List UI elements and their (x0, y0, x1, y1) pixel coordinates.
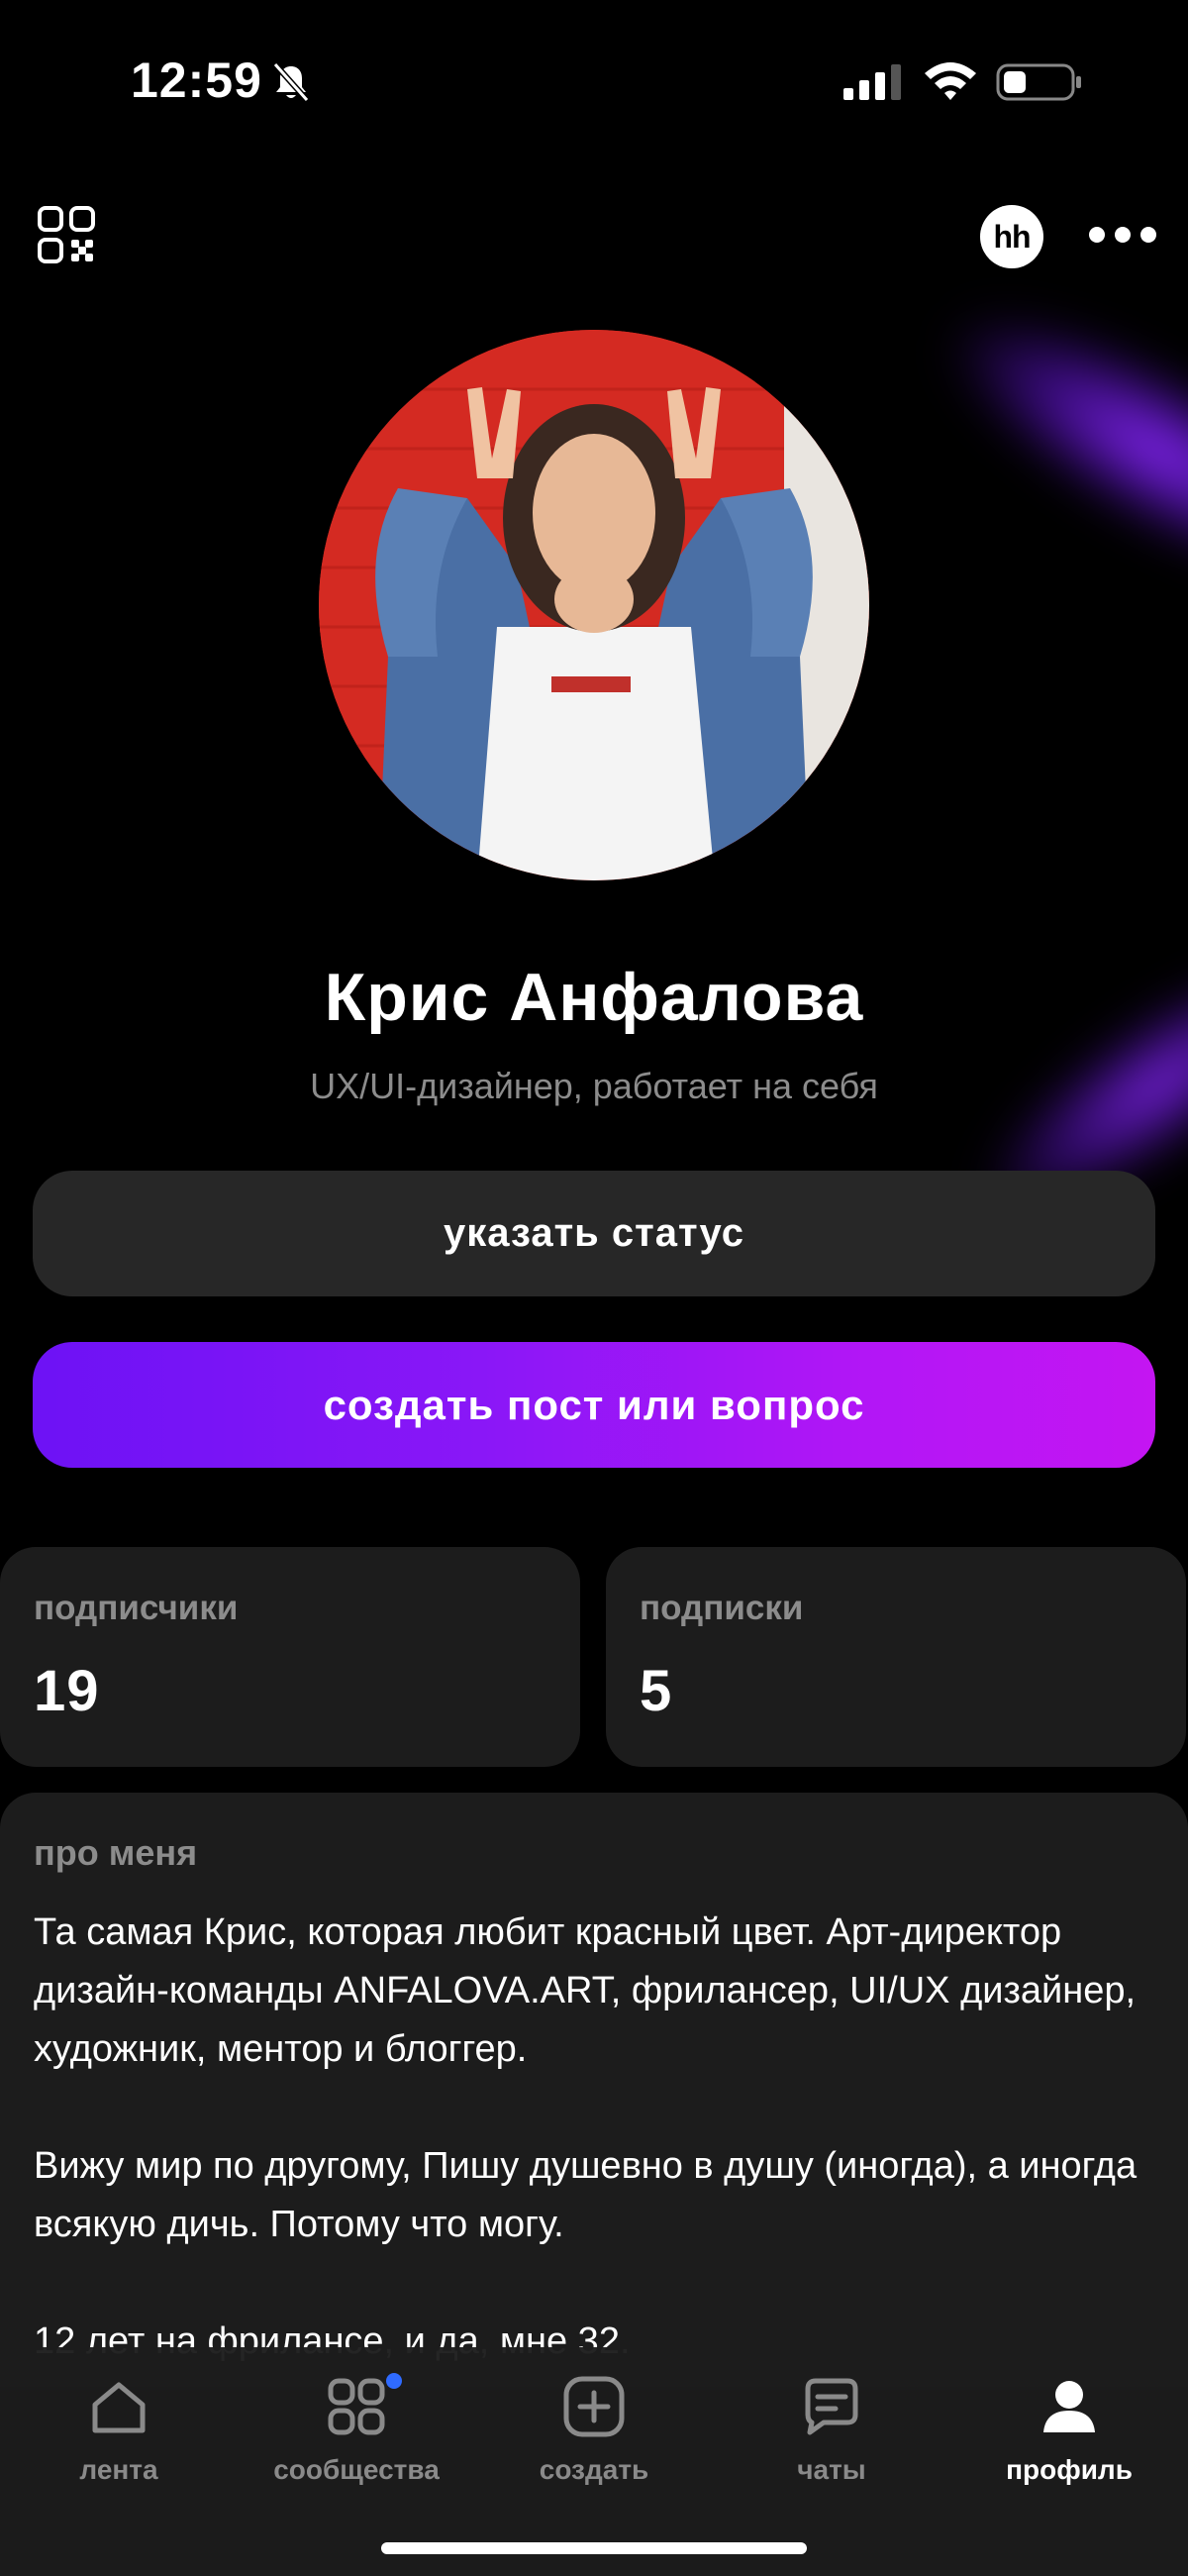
tab-feed[interactable]: лента (0, 2347, 238, 2486)
tab-label: сообщества (273, 2454, 440, 2485)
qr-code-icon[interactable] (38, 206, 95, 263)
avatar-photo (319, 330, 869, 880)
battery-icon (996, 63, 1081, 101)
tab-label: создать (539, 2454, 649, 2485)
tab-profile[interactable]: профиль (950, 2347, 1188, 2486)
notification-dot (386, 2373, 402, 2389)
following-label: подписки (640, 1589, 804, 1627)
tab-chats[interactable]: чаты (713, 2347, 950, 2486)
followers-count: 19 (34, 1659, 100, 1723)
followers-card[interactable]: подписчики 19 (0, 1547, 580, 1767)
grid-icon (328, 2378, 385, 2435)
about-text: Та самая Крис, которая любит красный цве… (34, 1911, 1138, 2362)
profile-role: UX/UI-дизайнер, работает на себя (310, 1066, 878, 1106)
tab-communities[interactable]: сообщества (238, 2347, 475, 2486)
more-icon[interactable] (1087, 223, 1158, 247)
tab-label: лента (79, 2454, 158, 2485)
following-count: 5 (640, 1659, 673, 1723)
tab-create[interactable]: создать (475, 2347, 713, 2486)
about-card: про меня Та самая Крис, которая любит кр… (0, 1793, 1188, 2387)
plus-square-icon (563, 2376, 625, 2437)
chat-icon (805, 2378, 858, 2435)
tab-label: профиль (1006, 2454, 1133, 2485)
create-post-button[interactable]: создать пост или вопрос (33, 1342, 1155, 1468)
home-icon (92, 2382, 146, 2433)
bell-off-icon (272, 62, 310, 102)
followers-label: подписчики (34, 1589, 239, 1627)
profile-name: Крис Анфалова (324, 960, 864, 1035)
about-title: про меня (34, 1832, 198, 1873)
background-glow (915, 267, 1188, 634)
wifi-icon (925, 62, 976, 100)
status-time: 12:59 (131, 52, 262, 108)
avatar[interactable] (319, 330, 869, 880)
set-status-button[interactable]: указать статус (33, 1171, 1155, 1296)
home-indicator (381, 2542, 807, 2554)
following-card[interactable]: подписки 5 (606, 1547, 1186, 1767)
signal-icon (843, 64, 901, 100)
person-icon (1043, 2381, 1095, 2432)
tab-label: чаты (797, 2454, 866, 2485)
hh-badge[interactable]: hh (980, 205, 1043, 268)
